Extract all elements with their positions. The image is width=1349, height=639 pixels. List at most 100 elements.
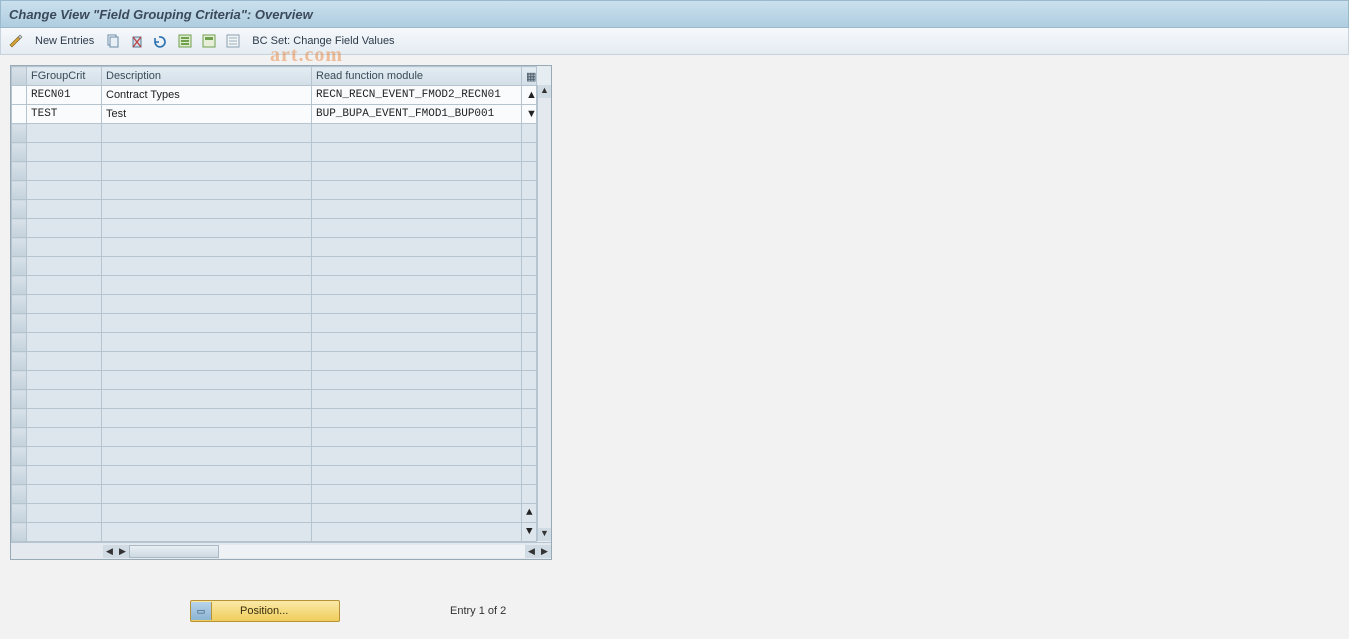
row-selector[interactable]	[12, 409, 27, 428]
row-selector[interactable]	[12, 314, 27, 333]
scroll-right-icon[interactable]: ▶	[538, 545, 551, 558]
cell-empty[interactable]	[312, 504, 522, 523]
cell-empty[interactable]	[27, 504, 102, 523]
cell-empty[interactable]	[102, 523, 312, 542]
cell-empty[interactable]	[27, 181, 102, 200]
new-entries-button[interactable]: New Entries	[31, 35, 98, 47]
display-change-icon[interactable]	[7, 32, 25, 50]
cell-empty[interactable]	[312, 447, 522, 466]
undo-icon[interactable]	[152, 32, 170, 50]
row-selector[interactable]	[12, 238, 27, 257]
row-selector[interactable]	[12, 390, 27, 409]
cell-empty[interactable]	[312, 276, 522, 295]
col-header-mod[interactable]: Read function module	[312, 67, 522, 86]
row-selector[interactable]	[12, 181, 27, 200]
cell-empty[interactable]	[102, 257, 312, 276]
cell-empty[interactable]	[27, 333, 102, 352]
table-row[interactable]: RECN01Contract TypesRECN_RECN_EVENT_FMOD…	[12, 86, 537, 105]
cell-empty[interactable]	[312, 523, 522, 542]
cell-empty[interactable]	[27, 162, 102, 181]
cell-empty[interactable]	[27, 447, 102, 466]
cell-empty[interactable]	[102, 485, 312, 504]
row-selector[interactable]	[12, 257, 27, 276]
row-selector[interactable]	[12, 200, 27, 219]
scroll-down-icon[interactable]: ▼	[538, 528, 551, 541]
cell-empty[interactable]	[312, 200, 522, 219]
cell-empty[interactable]	[27, 276, 102, 295]
cell-empty[interactable]	[27, 124, 102, 143]
cell-empty[interactable]	[27, 295, 102, 314]
row-selector-header[interactable]	[12, 67, 27, 86]
cell-empty[interactable]	[312, 333, 522, 352]
cell-empty[interactable]	[312, 143, 522, 162]
cell-empty[interactable]	[312, 314, 522, 333]
row-selector[interactable]	[12, 428, 27, 447]
cell-empty[interactable]	[312, 219, 522, 238]
cell-empty[interactable]	[102, 219, 312, 238]
scroll-right-inner-icon[interactable]: ▶	[116, 545, 129, 558]
cell-empty[interactable]	[312, 409, 522, 428]
row-selector[interactable]	[12, 485, 27, 504]
select-all-icon[interactable]	[176, 32, 194, 50]
cell-empty[interactable]	[102, 333, 312, 352]
col-header-desc[interactable]: Description	[102, 67, 312, 86]
copy-icon[interactable]	[104, 32, 122, 50]
scroll-left-icon[interactable]: ◀	[103, 545, 116, 558]
table-config-icon[interactable]: ▦	[522, 67, 537, 86]
cell-empty[interactable]	[102, 143, 312, 162]
table-row[interactable]: TESTTestBUP_BUPA_EVENT_FMOD1_BUP001▼	[12, 105, 537, 124]
cell-empty[interactable]	[102, 390, 312, 409]
row-selector[interactable]	[12, 105, 27, 124]
cell-empty[interactable]	[102, 124, 312, 143]
row-selector[interactable]	[12, 371, 27, 390]
cell-empty[interactable]	[312, 257, 522, 276]
row-selector[interactable]	[12, 219, 27, 238]
cell-empty[interactable]	[27, 409, 102, 428]
cell-empty[interactable]	[312, 428, 522, 447]
cell-empty[interactable]	[102, 447, 312, 466]
row-selector[interactable]	[12, 295, 27, 314]
row-selector[interactable]	[12, 447, 27, 466]
cell-empty[interactable]	[312, 352, 522, 371]
cell-desc[interactable]: Contract Types	[102, 86, 312, 105]
cell-empty[interactable]	[102, 162, 312, 181]
cell-empty[interactable]	[102, 238, 312, 257]
cell-desc[interactable]: Test	[102, 105, 312, 124]
cell-empty[interactable]	[27, 352, 102, 371]
horizontal-scrollbar[interactable]: ◀ ▶ ◀ ▶	[11, 542, 551, 559]
scroll-left-end-icon[interactable]: ◀	[525, 545, 538, 558]
cell-empty[interactable]	[102, 352, 312, 371]
vertical-scrollbar[interactable]: ▲ ▼	[537, 85, 551, 541]
row-selector[interactable]	[12, 143, 27, 162]
cell-empty[interactable]	[102, 276, 312, 295]
cell-empty[interactable]	[312, 371, 522, 390]
cell-empty[interactable]	[27, 523, 102, 542]
position-button[interactable]: ▭ Position...	[190, 600, 340, 622]
cell-empty[interactable]	[312, 162, 522, 181]
cell-empty[interactable]	[27, 371, 102, 390]
row-selector[interactable]	[12, 466, 27, 485]
col-header-crit[interactable]: FGroupCrit	[27, 67, 102, 86]
cell-empty[interactable]	[312, 466, 522, 485]
cell-empty[interactable]	[312, 390, 522, 409]
cell-empty[interactable]	[27, 485, 102, 504]
row-selector[interactable]	[12, 523, 27, 542]
delete-icon[interactable]	[128, 32, 146, 50]
row-selector[interactable]	[12, 352, 27, 371]
row-selector[interactable]	[12, 162, 27, 181]
scroll-up-icon[interactable]: ▲	[538, 85, 551, 98]
cell-empty[interactable]	[27, 200, 102, 219]
row-selector[interactable]	[12, 124, 27, 143]
row-selector[interactable]	[12, 504, 27, 523]
deselect-all-icon[interactable]	[224, 32, 242, 50]
cell-empty[interactable]	[102, 466, 312, 485]
cell-empty[interactable]	[27, 238, 102, 257]
cell-empty[interactable]	[27, 314, 102, 333]
cell-empty[interactable]	[27, 466, 102, 485]
cell-empty[interactable]	[102, 428, 312, 447]
cell-empty[interactable]	[312, 485, 522, 504]
cell-empty[interactable]	[102, 200, 312, 219]
cell-crit[interactable]: TEST	[27, 105, 102, 124]
cell-empty[interactable]	[102, 295, 312, 314]
cell-empty[interactable]	[27, 143, 102, 162]
